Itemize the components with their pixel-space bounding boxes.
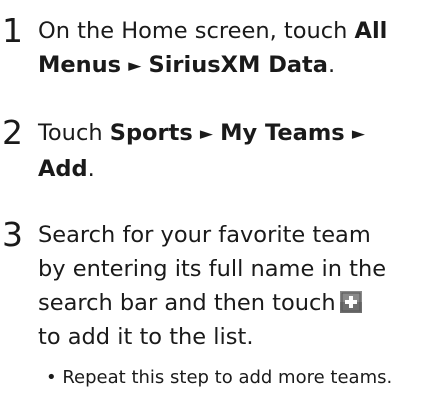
step-text: On the Home screen, touch All Menus ► Si… xyxy=(38,14,432,84)
step-line: On the Home screen, touch All xyxy=(38,14,432,48)
step-line: to add it to the list. xyxy=(38,324,254,350)
step-text-plain: On the Home screen, touch xyxy=(38,18,355,44)
step-text: Search for your favorite team by enterin… xyxy=(38,218,432,354)
step-line: search bar and then touch xyxy=(38,286,432,320)
arrow-right-icon: ► xyxy=(128,56,142,76)
arrow-right-icon: ► xyxy=(199,124,213,144)
step-text-plain: search bar and then touch xyxy=(38,290,336,316)
step-text-bold: Menus xyxy=(38,52,122,78)
step-text-bold: Add xyxy=(38,156,88,182)
step-text-plain: . xyxy=(328,52,336,78)
step-text-plain: . xyxy=(87,156,95,182)
step-text-bold: All xyxy=(354,18,388,44)
add-plus-icon xyxy=(339,289,362,313)
step-line: Add. xyxy=(38,152,432,186)
step-text-plain: Touch xyxy=(38,120,110,146)
step-text-bold: Sports xyxy=(109,120,193,146)
note-text: Repeat this step to add more teams. xyxy=(62,367,393,388)
step-line: by entering its full name in the xyxy=(38,256,387,282)
step-line: Menus ► SiriusXM Data. xyxy=(38,48,432,84)
step-number: 2 xyxy=(2,113,23,152)
step-line: Search for your favorite team xyxy=(38,222,371,248)
arrow-right-icon: ► xyxy=(351,124,365,144)
step-line: Touch Sports ► My Teams ► xyxy=(38,116,432,152)
step-text-bold: SiriusXM Data xyxy=(148,52,328,78)
step-number: 3 xyxy=(2,215,23,254)
instructions-page: { "steps": [ { "number": "1", "line1_pre… xyxy=(0,0,434,404)
step-text: Touch Sports ► My Teams ► Add. xyxy=(38,116,432,186)
bullet-icon: • xyxy=(46,367,57,388)
step-number: 1 xyxy=(2,11,23,50)
step-text-bold: My Teams xyxy=(220,120,345,146)
add-plus-icon-graphic xyxy=(339,291,362,313)
note-bullet-item: • Repeat this step to add more teams. xyxy=(46,361,432,395)
